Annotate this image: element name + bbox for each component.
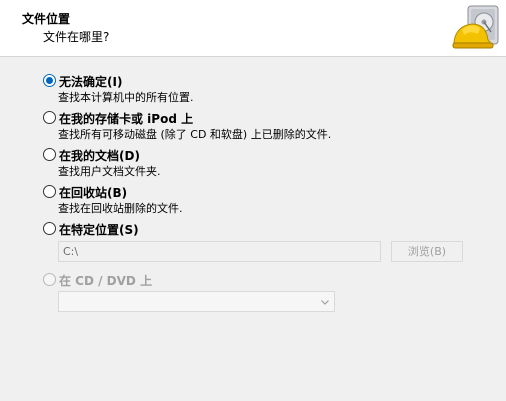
radio-button[interactable]: [43, 222, 56, 235]
radio-button[interactable]: [43, 185, 56, 198]
option-label: 在 CD / DVD 上: [59, 274, 153, 288]
browse-button[interactable]: 浏览(B): [391, 241, 463, 262]
option-description: 查找在回收站删除的文件.: [58, 202, 183, 215]
chevron-down-icon: [321, 300, 329, 305]
option-description: 查找用户文档文件夹.: [58, 165, 161, 178]
hard-hat-disk-icon: [452, 5, 499, 49]
location-path-input[interactable]: C:\: [58, 241, 381, 262]
radio-button-checked[interactable]: [43, 74, 56, 87]
radio-button[interactable]: [43, 111, 56, 124]
drive-select[interactable]: [58, 291, 335, 312]
option-label: 在我的存储卡或 iPod 上: [59, 112, 194, 126]
wizard-header: 文件位置 文件在哪里?: [0, 0, 506, 57]
option-description: 查找所有可移动磁盘 (除了 CD 和软盘) 上已删除的文件.: [58, 128, 332, 141]
option-description: 查找本计算机中的所有位置.: [58, 91, 194, 104]
radio-button[interactable]: [43, 148, 56, 161]
option-label: 无法确定(I): [59, 75, 123, 89]
radio-button-disabled[interactable]: [43, 273, 56, 286]
option-label: 在特定位置(S): [59, 223, 139, 237]
option-label: 在回收站(B): [59, 186, 128, 200]
header-subtitle: 文件在哪里?: [43, 30, 110, 44]
option-label: 在我的文档(D): [59, 149, 140, 163]
header-title: 文件位置: [22, 12, 71, 26]
